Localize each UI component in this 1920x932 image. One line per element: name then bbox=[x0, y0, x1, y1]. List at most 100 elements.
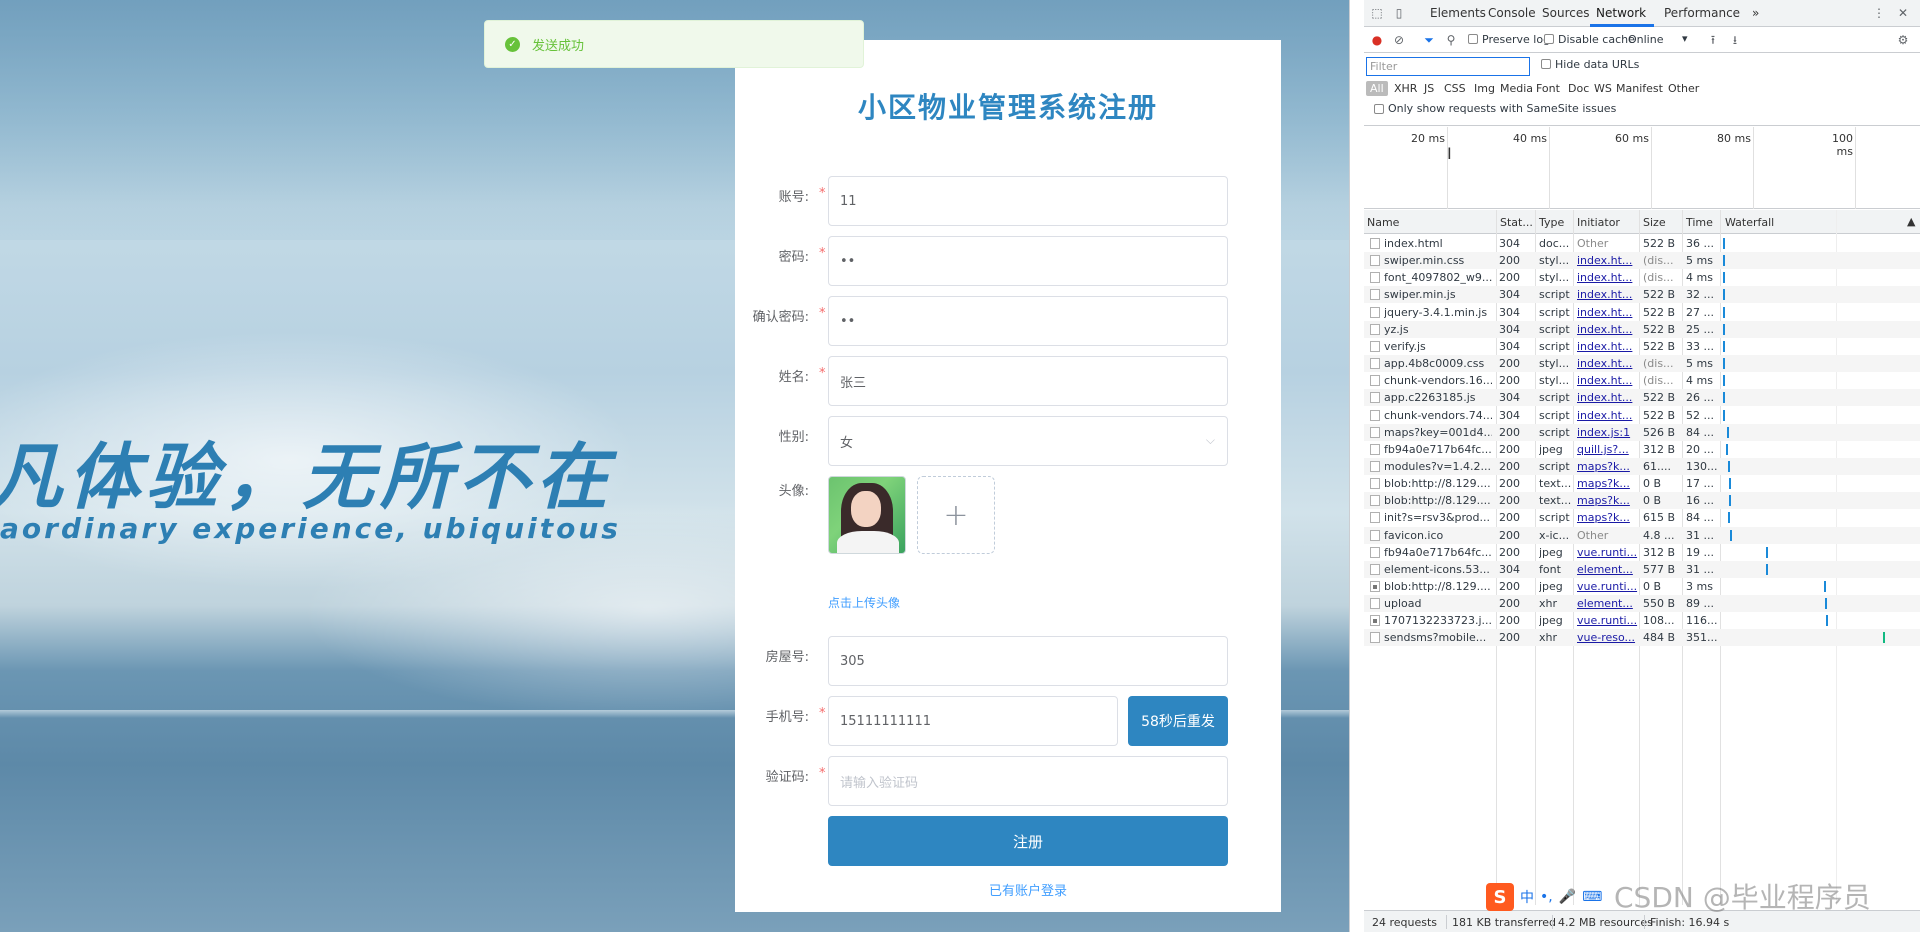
request-initiator[interactable]: index.ht... bbox=[1577, 357, 1639, 370]
request-row[interactable]: verify.js 304 script index.ht... 522 B 33 ... bbox=[1364, 338, 1920, 355]
request-initiator[interactable]: index.ht... bbox=[1577, 391, 1639, 404]
request-initiator[interactable]: index.ht... bbox=[1577, 254, 1639, 267]
filter-type-css[interactable]: CSS bbox=[1444, 82, 1466, 95]
ime-mode[interactable]: 中 bbox=[1520, 887, 1534, 907]
device-toolbar-icon[interactable]: ▯ bbox=[1392, 6, 1406, 20]
confirm-password-input[interactable]: •• bbox=[828, 296, 1228, 346]
request-initiator[interactable]: vue-reso... bbox=[1577, 631, 1639, 644]
tab-performance[interactable]: Performance bbox=[1664, 6, 1740, 20]
disable-cache-checkbox[interactable] bbox=[1544, 34, 1554, 44]
tab-sources[interactable]: Sources bbox=[1542, 6, 1589, 20]
filter-type-font[interactable]: Font bbox=[1536, 82, 1560, 95]
microphone-icon[interactable]: 🎤 bbox=[1559, 889, 1576, 905]
account-input[interactable]: 11 bbox=[828, 176, 1228, 226]
preserve-log-checkbox[interactable] bbox=[1468, 34, 1478, 44]
request-initiator[interactable]: index.ht... bbox=[1577, 288, 1639, 301]
column-type[interactable]: Type bbox=[1539, 216, 1564, 229]
filter-type-manifest[interactable]: Manifest bbox=[1616, 82, 1663, 95]
request-initiator[interactable]: element... bbox=[1577, 597, 1639, 610]
request-initiator[interactable]: maps?k... bbox=[1577, 494, 1639, 507]
hide-data-urls-checkbox[interactable] bbox=[1541, 59, 1551, 69]
filter-type-ws[interactable]: WS bbox=[1594, 82, 1612, 95]
close-icon[interactable]: ✕ bbox=[1896, 6, 1910, 20]
request-row[interactable]: fb94a0e717b64fc... 200 jpeg vue.runti... 312… bbox=[1364, 544, 1920, 561]
throttling-select[interactable]: Online bbox=[1628, 33, 1663, 46]
request-row[interactable]: blob:http://8.129.... 200 jpeg vue.runti...… bbox=[1364, 578, 1920, 595]
request-row[interactable]: favicon.ico 200 x-ic... Other 4.8 ... 31 ... bbox=[1364, 527, 1920, 544]
phone-input[interactable]: 15111111111 bbox=[828, 696, 1118, 746]
column-size[interactable]: Size bbox=[1643, 216, 1666, 229]
request-initiator[interactable]: index.ht... bbox=[1577, 271, 1639, 284]
request-row[interactable]: upload 200 xhr element... 550 B 89 ... bbox=[1364, 595, 1920, 612]
request-initiator[interactable]: maps?k... bbox=[1577, 511, 1639, 524]
column-name[interactable]: Name bbox=[1367, 216, 1399, 229]
upload-avatar-hint[interactable]: 点击上传头像 bbox=[828, 594, 900, 611]
sort-up-icon[interactable]: ▲ bbox=[1907, 215, 1915, 228]
tab-console[interactable]: Console bbox=[1488, 6, 1536, 20]
request-row[interactable]: modules?v=1.4.2... 200 script maps?k... 61..… bbox=[1364, 458, 1920, 475]
request-row[interactable]: font_4097802_w9... 200 styl... index.ht... (… bbox=[1364, 269, 1920, 286]
request-initiator[interactable]: maps?k... bbox=[1577, 477, 1639, 490]
settings-gear-icon[interactable]: ⚙ bbox=[1896, 33, 1910, 47]
request-initiator[interactable]: index.ht... bbox=[1577, 323, 1639, 336]
request-row[interactable]: sendsms?mobile... 200 xhr vue-reso... 484 B 3… bbox=[1364, 629, 1920, 646]
request-row[interactable]: init?s=rsv3&prod... 200 script maps?k... 615… bbox=[1364, 509, 1920, 526]
column-time[interactable]: Time bbox=[1686, 216, 1713, 229]
password-input[interactable]: •• bbox=[828, 236, 1228, 286]
punctuation-icon[interactable]: •, bbox=[1540, 889, 1553, 905]
request-row[interactable]: index.html 304 doc... Other 522 B 36 ... bbox=[1364, 235, 1920, 252]
request-initiator[interactable]: vue.runti... bbox=[1577, 580, 1639, 593]
request-row[interactable]: chunk-vendors.16... 200 styl... index.ht...… bbox=[1364, 372, 1920, 389]
column-waterfall[interactable]: Waterfall bbox=[1725, 216, 1774, 229]
room-input[interactable]: 305 bbox=[828, 636, 1228, 686]
request-initiator[interactable]: vue.runti... bbox=[1577, 614, 1639, 627]
upload-plus-button[interactable]: + bbox=[917, 476, 995, 554]
filter-type-img[interactable]: Img bbox=[1474, 82, 1495, 95]
filter-type-all[interactable]: All bbox=[1366, 81, 1388, 96]
request-initiator[interactable]: index.ht... bbox=[1577, 306, 1639, 319]
request-row[interactable]: fb94a0e717b64fc... 200 jpeg quill.js?... 312… bbox=[1364, 441, 1920, 458]
search-icon[interactable]: ⚲ bbox=[1444, 33, 1458, 47]
request-initiator[interactable]: index.ht... bbox=[1577, 340, 1639, 353]
filter-type-js[interactable]: JS bbox=[1424, 82, 1434, 95]
column-initiator[interactable]: Initiator bbox=[1577, 216, 1620, 229]
request-row[interactable]: swiper.min.css 200 styl... index.ht... (dis.… bbox=[1364, 252, 1920, 269]
gender-select[interactable]: 女 ⌵ bbox=[828, 416, 1228, 466]
request-initiator[interactable]: element... bbox=[1577, 563, 1639, 576]
register-button[interactable]: 注册 bbox=[828, 816, 1228, 866]
tab-elements[interactable]: Elements bbox=[1430, 6, 1486, 20]
network-overview-timeline[interactable]: 20 ms 40 ms 60 ms 80 ms 100 ms bbox=[1364, 127, 1920, 209]
request-row[interactable]: maps?key=001d4... 200 script index.js:1 526 … bbox=[1364, 424, 1920, 441]
request-initiator[interactable]: maps?k... bbox=[1577, 460, 1639, 473]
resend-sms-button[interactable]: 58秒后重发 bbox=[1128, 696, 1228, 746]
request-row[interactable]: jquery-3.4.1.min.js 304 script index.ht... 5… bbox=[1364, 304, 1920, 321]
column-status[interactable]: Stat... bbox=[1500, 216, 1533, 229]
request-row[interactable]: blob:http://8.129.... 200 text... maps?k...… bbox=[1364, 492, 1920, 509]
samesite-checkbox[interactable] bbox=[1374, 104, 1384, 114]
filter-type-xhr[interactable]: XHR bbox=[1394, 82, 1417, 95]
filter-icon[interactable]: ⏷ bbox=[1422, 33, 1436, 47]
filter-type-doc[interactable]: Doc bbox=[1568, 82, 1589, 95]
avatar-preview[interactable] bbox=[828, 476, 906, 554]
record-icon[interactable]: ● bbox=[1370, 33, 1384, 47]
export-har-icon[interactable]: ⭳ bbox=[1728, 33, 1742, 47]
request-initiator[interactable]: index.js:1 bbox=[1577, 426, 1639, 439]
request-row[interactable]: 1707132233723.j... 200 jpeg vue.runti... 108… bbox=[1364, 612, 1920, 629]
request-row[interactable]: app.c2263185.js 304 script index.ht... 522 B… bbox=[1364, 389, 1920, 406]
filter-type-media[interactable]: Media bbox=[1500, 82, 1533, 95]
login-link[interactable]: 已有账户登录 bbox=[828, 880, 1228, 899]
request-initiator[interactable]: vue.runti... bbox=[1577, 546, 1639, 559]
request-row[interactable]: yz.js 304 script index.ht... 522 B 25 ... bbox=[1364, 321, 1920, 338]
filter-input[interactable]: Filter bbox=[1366, 57, 1530, 76]
request-row[interactable]: element-icons.53... 304 font element... 577 … bbox=[1364, 561, 1920, 578]
more-tabs-icon[interactable]: » bbox=[1752, 6, 1759, 20]
request-row[interactable]: app.4b8c0009.css 200 styl... index.ht... (di… bbox=[1364, 355, 1920, 372]
name-input[interactable]: 张三 bbox=[828, 356, 1228, 406]
sogou-logo-icon[interactable]: S bbox=[1486, 883, 1514, 911]
import-har-icon[interactable]: ⭱ bbox=[1706, 33, 1720, 47]
keyboard-icon[interactable]: ⌨ bbox=[1582, 889, 1602, 905]
request-row[interactable]: swiper.min.js 304 script index.ht... 522 B 32… bbox=[1364, 286, 1920, 303]
tab-network[interactable]: Network bbox=[1596, 6, 1646, 20]
filter-type-other[interactable]: Other bbox=[1668, 82, 1699, 95]
request-initiator[interactable]: index.ht... bbox=[1577, 409, 1639, 422]
